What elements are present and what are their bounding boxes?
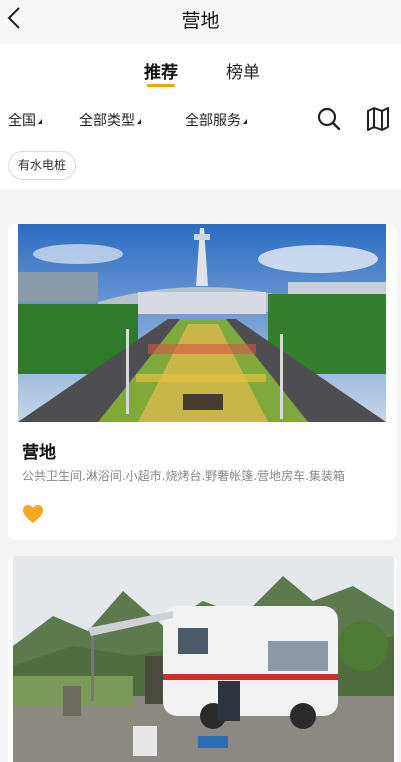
tag-water-electric-pile[interactable]: 有水电桩 bbox=[8, 151, 77, 180]
active-tab-indicator bbox=[147, 84, 175, 87]
dropdown-triangle-icon bbox=[243, 119, 247, 124]
dropdown-triangle-icon bbox=[38, 119, 42, 124]
heart-icon bbox=[23, 505, 43, 523]
filter-region-label: 全国 bbox=[8, 113, 36, 129]
filter-region[interactable]: 全国 bbox=[8, 110, 42, 130]
card-services: 公共卫生间.淋浴间.小超市.烧烤台.野奢帐篷.营地房车.集装箱 bbox=[22, 469, 345, 483]
tab-recommended[interactable]: 推荐 bbox=[144, 58, 178, 83]
tab-ranking[interactable]: 榜单 bbox=[226, 58, 260, 83]
page-title: 营地 bbox=[181, 10, 220, 32]
card-title: 营地 bbox=[22, 443, 56, 463]
map-button[interactable] bbox=[366, 106, 392, 132]
search-icon bbox=[317, 107, 341, 131]
filter-service-label: 全部服务 bbox=[185, 113, 241, 129]
campsite-card[interactable]: 营地 公共卫生间.淋浴间.小超市.烧烤台.野奢帐篷.营地房车.集装箱 bbox=[8, 224, 397, 540]
filter-service[interactable]: 全部服务 bbox=[185, 110, 247, 130]
dropdown-triangle-icon bbox=[137, 119, 141, 124]
favorite-button[interactable] bbox=[22, 504, 44, 524]
search-button[interactable] bbox=[316, 106, 342, 132]
campsite-photo bbox=[13, 556, 394, 762]
campsite-photo bbox=[18, 224, 386, 422]
nav-bar: 营地 bbox=[0, 0, 401, 44]
map-icon bbox=[367, 107, 389, 131]
filter-type[interactable]: 全部类型 bbox=[79, 110, 141, 130]
campsite-card[interactable] bbox=[8, 556, 397, 762]
filter-type-label: 全部类型 bbox=[79, 113, 135, 129]
